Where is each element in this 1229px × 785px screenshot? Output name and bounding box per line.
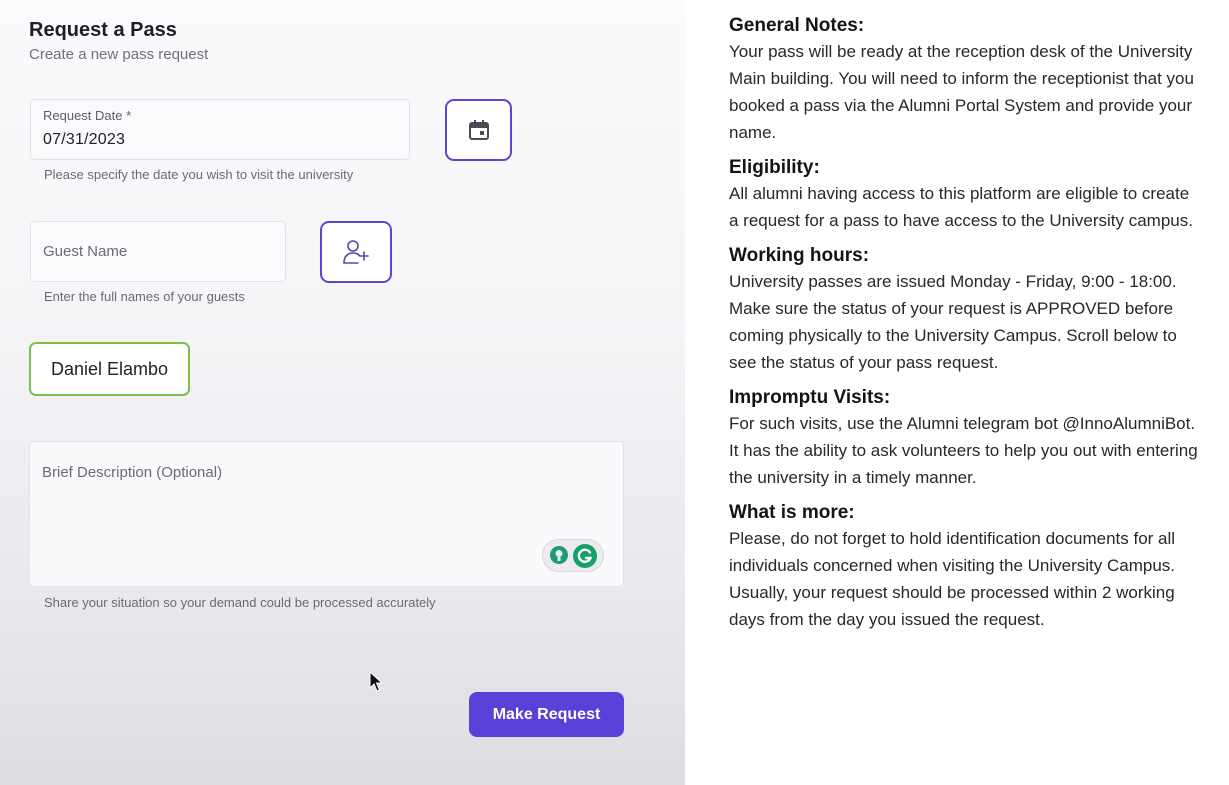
add-user-icon: [343, 240, 369, 264]
note-heading: Eligibility:: [729, 157, 820, 178]
guest-name-input[interactable]: [31, 222, 285, 281]
calendar-icon: [468, 120, 489, 140]
grammarly-icon: [572, 543, 597, 568]
note-section: Working hours: University passes are iss…: [729, 243, 1199, 376]
note-heading: What is more:: [729, 502, 855, 523]
note-body: Please, do not forget to hold identifica…: [729, 529, 1176, 629]
notes-list: General Notes: Your pass will be ready a…: [729, 13, 1199, 642]
request-date-field[interactable]: Request Date * 07/31/2023: [30, 99, 410, 160]
note-section: What is more: Please, do not forget to h…: [729, 500, 1199, 633]
note-body: All alumni having access to this platfor…: [729, 184, 1193, 230]
note-section: Impromptu Visits: For such visits, use t…: [729, 385, 1199, 491]
note-heading: Working hours:: [729, 245, 870, 266]
add-guest-button[interactable]: [320, 221, 392, 283]
note-heading: Impromptu Visits:: [729, 387, 891, 408]
note-body: Your pass will be ready at the reception…: [729, 42, 1194, 142]
request-date-value[interactable]: 07/31/2023: [43, 131, 125, 149]
guest-name-field[interactable]: [30, 221, 286, 282]
description-field[interactable]: [29, 441, 624, 587]
request-date-helper: Please specify the date you wish to visi…: [44, 167, 354, 182]
page-title: Request a Pass: [29, 19, 177, 41]
description-input[interactable]: [30, 442, 623, 586]
mouse-cursor-icon: [369, 671, 383, 692]
note-body: For such visits, use the Alumni telegram…: [729, 414, 1198, 487]
lightbulb-icon: [549, 545, 568, 564]
guest-chip[interactable]: Daniel Elambo: [29, 342, 190, 396]
grammarly-widget[interactable]: [542, 539, 604, 572]
guest-name-helper: Enter the full names of your guests: [44, 289, 245, 304]
note-section: General Notes: Your pass will be ready a…: [729, 13, 1199, 146]
note-heading: General Notes:: [729, 15, 865, 36]
description-helper: Share your situation so your demand coul…: [44, 595, 436, 610]
note-section: Eligibility: All alumni having access to…: [729, 155, 1199, 234]
calendar-button[interactable]: [445, 99, 512, 161]
make-request-button[interactable]: Make Request: [469, 692, 624, 737]
request-date-label: Request Date *: [43, 108, 132, 123]
page-subtitle: Create a new pass request: [29, 46, 209, 63]
note-body: University passes are issued Monday - Fr…: [729, 272, 1177, 372]
